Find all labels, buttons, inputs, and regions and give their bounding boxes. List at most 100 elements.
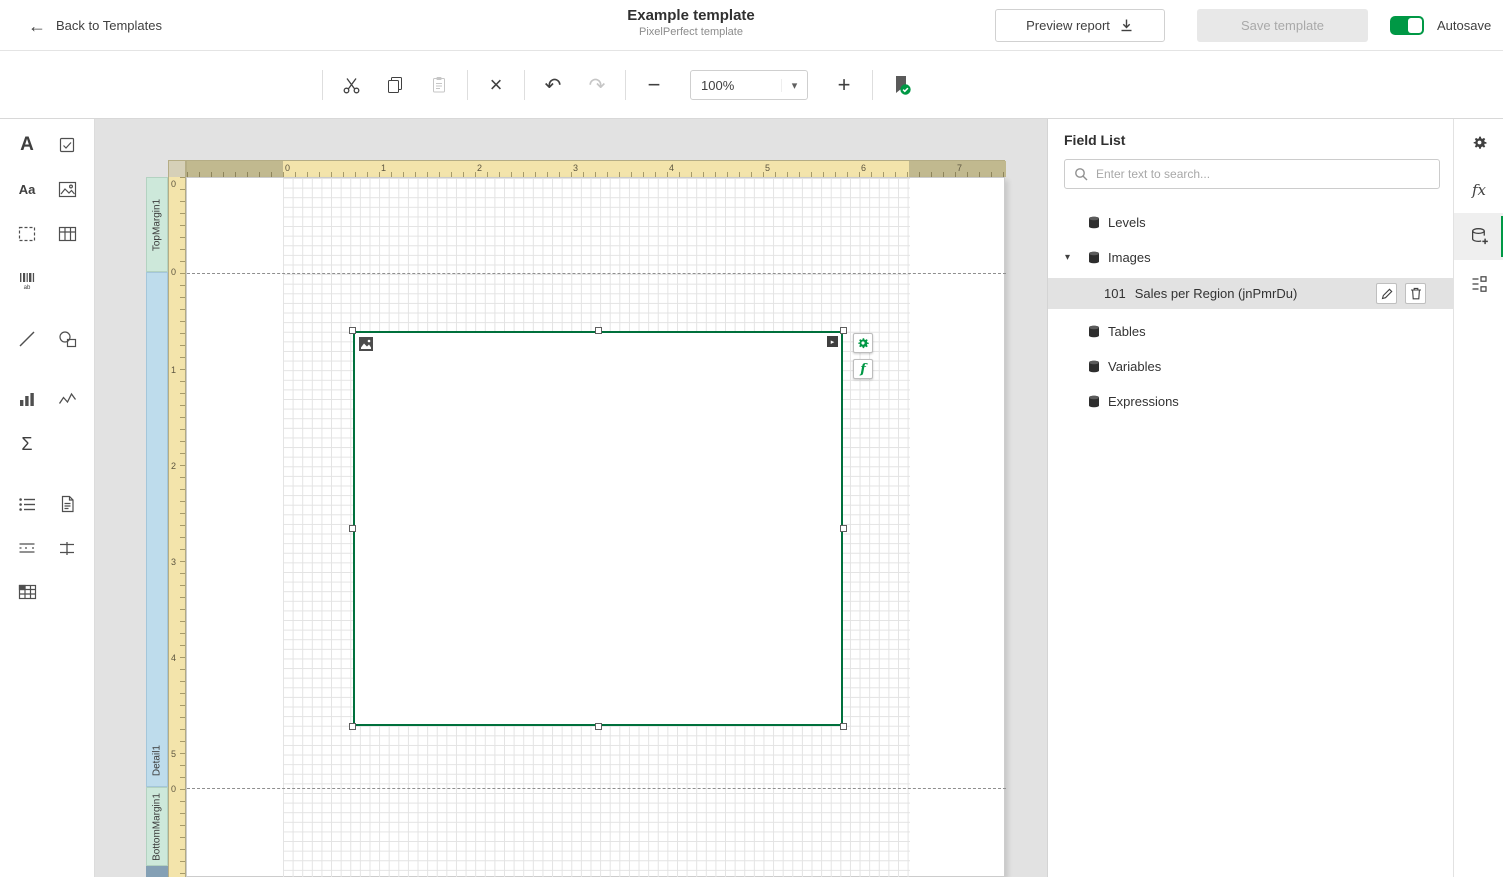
undo-button[interactable]: ↶ <box>531 65 575 105</box>
resize-handle-bottom-left[interactable] <box>349 723 356 730</box>
cut-button[interactable] <box>329 65 373 105</box>
page-info-tool[interactable] <box>53 490 81 518</box>
preview-report-label: Preview report <box>1026 18 1110 33</box>
ruler-corner <box>168 160 186 178</box>
template-title-block: Example template PixelPerfect template <box>551 7 831 38</box>
edit-image-button[interactable] <box>1376 283 1397 304</box>
autosave-toggle[interactable] <box>1390 16 1424 35</box>
ruler-number: 3 <box>171 557 176 567</box>
right-panel-rail: fx <box>1453 119 1503 877</box>
image-item-label: Sales per Region (jnPmrDu) <box>1135 286 1298 301</box>
page-break-tool[interactable] <box>13 534 41 562</box>
page-break-tool-icon <box>18 541 36 555</box>
zoom-level-select[interactable]: 100% ▾ <box>690 70 808 100</box>
design-canvas[interactable]: 0 1 2 3 4 5 6 7 0 0 1 2 3 4 5 0 TopMargi… <box>95 119 1047 877</box>
ruler-number: 2 <box>171 461 176 471</box>
picture-tool[interactable] <box>53 175 81 203</box>
formulas-panel-button[interactable]: fx <box>1454 166 1503 213</box>
table-tool[interactable] <box>53 220 81 248</box>
resize-handle-top-right[interactable] <box>840 327 847 334</box>
line-tool-icon <box>18 330 36 348</box>
toolbar-separator <box>467 70 468 100</box>
ruler-number: 1 <box>381 163 386 173</box>
tree-node-variables[interactable]: Variables <box>1048 351 1453 381</box>
settings-panel-button[interactable] <box>1454 119 1503 166</box>
redo-button[interactable]: ↷ <box>575 65 619 105</box>
edit-toolbar: × ↶ ↷ − 100% ▾ + <box>0 52 1503 119</box>
band-header-topmargin[interactable]: TopMargin1 <box>146 177 168 272</box>
band-header-bottommargin[interactable]: BottomMargin1 <box>146 787 168 866</box>
ruler-number: 1 <box>171 365 176 375</box>
delete-button[interactable]: × <box>474 65 518 105</box>
report-page[interactable]: ▸ f <box>186 177 1005 877</box>
tree-node-label: Variables <box>1108 359 1161 374</box>
validate-template-icon <box>890 74 912 96</box>
horizontal-ruler: 0 1 2 3 4 5 6 7 <box>186 160 1005 178</box>
expand-arrow-icon[interactable]: ▾ <box>1065 252 1070 263</box>
resize-handle-middle-right[interactable] <box>840 525 847 532</box>
toggle-knob <box>1408 18 1422 33</box>
page-subtitle: PixelPerfect template <box>551 26 831 38</box>
chart-tool-icon <box>18 391 36 408</box>
cross-band-tool[interactable] <box>53 534 81 562</box>
delete-image-button[interactable] <box>1405 283 1426 304</box>
zoom-in-button[interactable]: + <box>822 65 866 105</box>
table-tool-icon <box>58 226 77 242</box>
panel-tool-icon <box>18 226 36 242</box>
band-label: BottomMargin1 <box>152 793 163 861</box>
copy-button[interactable] <box>373 65 417 105</box>
zoom-out-button[interactable]: − <box>632 65 676 105</box>
preview-report-button[interactable]: Preview report <box>995 9 1165 42</box>
resize-handle-top-left[interactable] <box>349 327 356 334</box>
ruler-number: 5 <box>765 163 770 173</box>
database-icon <box>1088 325 1100 338</box>
barcode-tool-text: ab <box>24 285 31 291</box>
line-tool[interactable] <box>13 325 41 353</box>
element-formula-button[interactable]: f <box>853 359 873 379</box>
resize-handle-bottom-center[interactable] <box>595 723 602 730</box>
database-icon <box>1088 360 1100 373</box>
tree-node-tables[interactable]: Tables <box>1048 316 1453 346</box>
resize-handle-middle-left[interactable] <box>349 525 356 532</box>
shape-tool[interactable] <box>53 325 81 353</box>
checkbox-tool[interactable] <box>53 131 81 159</box>
tree-node-expressions[interactable]: Expressions <box>1048 386 1453 416</box>
back-button[interactable]: ← Back to Templates <box>28 0 162 51</box>
save-template-button[interactable]: Save template <box>1197 9 1368 42</box>
tree-node-image-item[interactable]: 101 Sales per Region (jnPmrDu) <box>1048 278 1453 309</box>
delete-icon: × <box>490 72 503 98</box>
pivot-grid-tool[interactable] <box>13 578 41 606</box>
search-input[interactable] <box>1096 167 1430 181</box>
image-item-id: 101 <box>1104 286 1126 301</box>
tree-node-levels[interactable]: Levels <box>1048 207 1453 237</box>
chart-tool[interactable] <box>13 385 41 413</box>
levels-panel-button[interactable] <box>1454 260 1503 307</box>
band-separator-line <box>187 788 1006 789</box>
sigma-tool-icon: Σ <box>21 434 32 455</box>
sparkline-tool[interactable] <box>53 385 81 413</box>
resize-handle-bottom-right[interactable] <box>840 723 847 730</box>
validate-template-button[interactable] <box>879 65 923 105</box>
tree-node-label: Tables <box>1108 324 1146 339</box>
resize-handle-top-center[interactable] <box>595 327 602 334</box>
field-list-panel-button[interactable] <box>1454 213 1503 260</box>
tree-node-images[interactable]: ▾ Images <box>1048 242 1453 272</box>
tree-node-label: Images <box>1108 250 1151 265</box>
hierarchy-icon <box>1470 275 1488 293</box>
element-settings-button[interactable] <box>853 333 873 353</box>
page-title: Example template <box>551 7 831 24</box>
list-tool[interactable] <box>13 490 41 518</box>
sigma-tool[interactable]: Σ <box>13 430 41 458</box>
smart-tag-icon[interactable]: ▸ <box>827 336 838 347</box>
band-separator-line <box>187 273 1006 274</box>
autosave-label: Autosave <box>1437 0 1491 51</box>
back-arrow-icon: ← <box>28 17 46 35</box>
barcode-tool[interactable]: ab <box>13 264 41 292</box>
label-tool[interactable]: A <box>13 131 41 159</box>
database-add-icon <box>1470 227 1489 246</box>
paste-button[interactable] <box>417 65 461 105</box>
panel-tool[interactable] <box>13 220 41 248</box>
richtext-tool[interactable]: Aa <box>13 175 41 203</box>
picture-box-element[interactable]: ▸ <box>353 331 843 726</box>
band-header-detail[interactable]: Detail1 <box>146 272 168 787</box>
